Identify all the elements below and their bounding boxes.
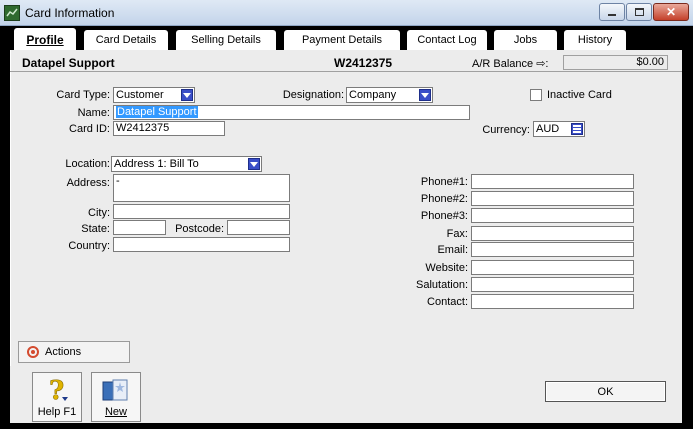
state-label: State: [81, 223, 110, 235]
new-card-icon [101, 373, 131, 406]
app-icon [4, 5, 20, 21]
email-label: Email: [437, 244, 468, 256]
tab-jobs[interactable]: Jobs [494, 30, 557, 50]
tab-profile[interactable]: Profile [14, 28, 76, 51]
new-button[interactable]: New [91, 372, 141, 422]
address-label: Address: [66, 177, 110, 189]
minimize-icon [608, 14, 616, 16]
tab-history[interactable]: History [564, 30, 626, 50]
help-button[interactable]: ? Help F1 [32, 372, 82, 422]
fax-label: Fax: [446, 228, 468, 240]
fax-input[interactable] [471, 226, 634, 241]
location-value: Address 1: Bill To [114, 158, 199, 170]
designation-value: Company [349, 89, 397, 101]
header-card-id: W2412375 [334, 56, 393, 70]
dropdown-arrow-icon [419, 89, 431, 101]
tab-contact-log[interactable]: Contact Log [407, 30, 487, 50]
name-label: Name: [77, 107, 110, 119]
close-button[interactable]: ✕ [653, 3, 689, 21]
country-label: Country: [68, 240, 110, 252]
window-title: Card Information [25, 6, 115, 20]
card-type-select[interactable]: Customer [113, 87, 195, 103]
ok-button[interactable]: OK [545, 381, 666, 402]
header-card-name: Datapel Support [22, 56, 115, 70]
contact-input[interactable] [471, 294, 634, 309]
help-label: Help F1 [37, 406, 77, 418]
contact-label: Contact: [427, 296, 468, 308]
card-id-input[interactable]: W2412375 [113, 121, 225, 136]
location-select[interactable]: Address 1: Bill To [111, 156, 262, 172]
phone2-label: Phone#2: [420, 193, 468, 205]
tab-card-details[interactable]: Card Details [84, 30, 168, 50]
designation-select[interactable]: Company [346, 87, 433, 103]
inactive-card-checkbox[interactable] [530, 89, 542, 101]
maximize-icon [634, 8, 644, 16]
ok-label: OK [597, 385, 614, 398]
website-label: Website: [425, 262, 468, 274]
salutation-label: Salutation: [416, 279, 468, 291]
city-input[interactable] [113, 204, 290, 219]
list-icon [571, 123, 583, 135]
svg-text:?: ? [49, 377, 64, 403]
tab-selling-details[interactable]: Selling Details [176, 30, 276, 50]
address-input[interactable]: - [113, 174, 290, 202]
name-input[interactable]: Datapel Support [113, 105, 470, 120]
currency-label: Currency: [482, 124, 530, 136]
dropdown-arrow-icon [248, 158, 260, 170]
email-input[interactable] [471, 242, 634, 257]
location-label: Location: [65, 158, 110, 170]
currency-select[interactable]: AUD [533, 121, 585, 137]
salutation-input[interactable] [471, 277, 634, 292]
ar-balance-value: $0.00 [563, 55, 668, 70]
tab-payment-details[interactable]: Payment Details [284, 30, 400, 50]
maximize-button[interactable] [626, 3, 652, 21]
designation-label: Designation: [282, 89, 344, 101]
minimize-button[interactable] [599, 3, 625, 21]
city-label: City: [88, 207, 110, 219]
country-input[interactable] [113, 237, 290, 252]
phone2-input[interactable] [471, 191, 634, 206]
phone3-label: Phone#3: [420, 210, 468, 222]
inactive-card-label: Inactive Card [547, 89, 612, 101]
postcode-label: Postcode: [175, 223, 224, 235]
phone3-input[interactable] [471, 208, 634, 223]
phone1-label: Phone#1: [420, 176, 468, 188]
new-label: New [104, 406, 127, 418]
phone1-input[interactable] [471, 174, 634, 189]
state-input[interactable] [113, 220, 166, 235]
card-type-value: Customer [116, 89, 164, 101]
close-icon: ✕ [665, 5, 677, 19]
card-id-label: Card ID: [69, 123, 110, 135]
postcode-input[interactable] [227, 220, 290, 235]
currency-value: AUD [536, 123, 560, 135]
actions-label: Actions [45, 346, 82, 358]
help-question-icon: ? [46, 373, 68, 406]
dropdown-arrow-icon [181, 89, 193, 101]
actions-icon [27, 346, 39, 358]
name-value: Datapel Support [116, 106, 198, 118]
actions-button[interactable]: Actions [18, 341, 130, 363]
ar-balance-label: A/R Balance ⇨: [472, 58, 549, 70]
card-type-label: Card Type: [56, 89, 110, 101]
website-input[interactable] [471, 260, 634, 275]
